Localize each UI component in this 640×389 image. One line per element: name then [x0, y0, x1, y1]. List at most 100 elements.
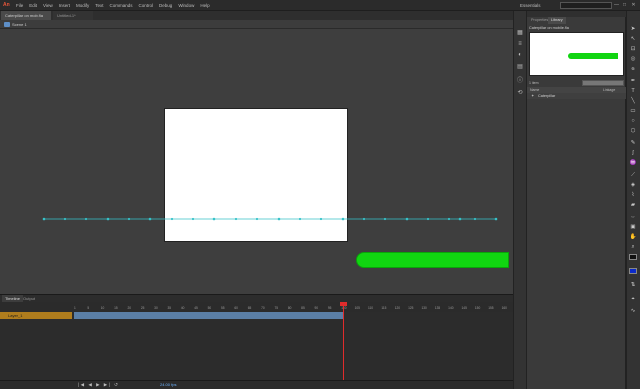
ruler-tick-label: 125 [408, 306, 414, 310]
menu-debug[interactable]: Debug [159, 3, 172, 8]
ruler-tick-label: 140 [448, 306, 454, 310]
ruler-tick-label: 5 [87, 306, 90, 310]
movieclip-icon: ✦ [531, 93, 535, 98]
swap-colors-icon[interactable]: ⇅ [629, 282, 637, 288]
ruler-tick-label: 35 [167, 306, 172, 310]
ruler-tick-label: 115 [381, 306, 387, 310]
timeline-footer [0, 380, 513, 389]
pen-tool-icon[interactable]: ✒ [629, 78, 637, 84]
ruler-tick-label: 65 [247, 306, 252, 310]
doc-tab-caterpillar[interactable]: Caterpillar on mob.fla [1, 11, 51, 20]
library-document-select[interactable]: Caterpillar on mobile.fla [529, 25, 624, 31]
scene-icon [4, 22, 10, 27]
ruler-tick-label: 70 [261, 306, 265, 310]
text-tool-icon[interactable]: T [629, 88, 637, 94]
transform-tool-icon[interactable]: ⊡ [629, 46, 637, 52]
ruler-tick-label: 105 [354, 306, 360, 310]
ruler-tick-label: 90 [314, 306, 319, 310]
width-tool-icon[interactable]: ⇔ [629, 214, 637, 220]
help-search-input[interactable] [560, 2, 612, 9]
caterpillar-preview [568, 53, 618, 59]
eraser-tool-icon[interactable]: ▰ [629, 202, 637, 208]
line-tool-icon[interactable]: ╲ [629, 98, 637, 104]
ruler-tick-label: 75 [274, 306, 278, 310]
ruler-tick-label: 40 [180, 306, 185, 310]
layer-name[interactable]: Layer_1 [8, 312, 22, 319]
minimize-button[interactable]: — [613, 2, 620, 9]
ruler-tick-label: 150 [474, 306, 481, 310]
polystar-tool-icon[interactable]: ⬡ [629, 128, 637, 134]
library-item-count: 1 item [529, 81, 539, 85]
library-search-input[interactable] [582, 80, 624, 86]
zoom-tool-icon[interactable]: ⌕ [629, 244, 637, 250]
paint-brush-tool-icon[interactable]: ♒ [629, 160, 637, 166]
ruler-tick-label: 15 [114, 306, 118, 310]
menu-edit[interactable]: Edit [29, 3, 37, 8]
ruler-tick-label: 135 [434, 306, 441, 310]
selection-tool-icon[interactable]: ➤ [629, 26, 637, 32]
swatches-icon[interactable]: ▤ [516, 64, 524, 70]
rectangle-tool-icon[interactable]: ▭ [629, 108, 637, 114]
scene-label[interactable]: Scene 1 [12, 21, 27, 28]
fps-field[interactable]: 24.00 fps [160, 381, 176, 388]
ruler-tick-label: 30 [154, 306, 158, 310]
brush-tool-icon[interactable]: ∫ [629, 150, 637, 156]
menu-help[interactable]: Help [200, 3, 209, 8]
menu-file[interactable]: File [16, 3, 23, 8]
oval-tool-icon[interactable]: ○ [629, 118, 637, 124]
tab-library[interactable]: Library [548, 17, 566, 24]
snap-icon[interactable]: ⌖ [629, 296, 637, 302]
doc-tab-untitled[interactable]: Untitled-1* [53, 11, 93, 20]
3d-rotation-tool-icon[interactable]: ◎ [629, 56, 637, 62]
library-item-label[interactable]: Caterpillar [538, 93, 555, 99]
ruler-tick-label: 130 [421, 306, 427, 310]
edit-bar [0, 20, 513, 29]
menu-commands[interactable]: Commands [110, 3, 133, 8]
lasso-tool-icon[interactable]: ϭ [629, 66, 637, 72]
eyedropper-tool-icon[interactable]: ⌇ [629, 192, 637, 198]
tween-span[interactable] [74, 312, 344, 319]
ruler-tick-label: 60 [234, 306, 238, 310]
layer-header [0, 302, 72, 312]
ruler-tick-label: 50 [207, 306, 212, 310]
ruler-tick-label: 120 [394, 306, 401, 310]
bone-tool-icon[interactable]: ⟋ [629, 172, 637, 178]
ruler-tick-label: 145 [461, 306, 467, 310]
app-logo: An [3, 2, 10, 8]
menu-text[interactable]: Text [95, 3, 103, 8]
playhead[interactable] [343, 303, 344, 381]
ruler-tick-label: 25 [140, 306, 145, 310]
ruler-tick-label: 160 [501, 306, 507, 310]
fill-color-swatch[interactable] [629, 268, 637, 274]
subselection-tool-icon[interactable]: ↖ [629, 36, 637, 42]
color-icon[interactable]: ◐ [516, 52, 524, 58]
transform-icon[interactable]: ⟲ [516, 90, 524, 96]
pencil-tool-icon[interactable]: ✎ [629, 140, 637, 146]
ruler-tick-label: 85 [301, 306, 305, 310]
ruler-tick-label: 80 [287, 306, 292, 310]
ruler-tick-label: 95 [327, 306, 332, 310]
caterpillar-symbol[interactable] [356, 252, 509, 268]
align-icon[interactable]: ≡ [516, 41, 524, 47]
menu-insert[interactable]: Insert [59, 3, 70, 8]
smooth-icon[interactable]: ∿ [629, 308, 637, 314]
ruler-tick-label: 1 [74, 306, 76, 310]
menu-list: File Edit View Insert Modify Text Comman… [16, 0, 216, 11]
menu-control[interactable]: Control [139, 3, 154, 8]
workspace-switcher[interactable]: Essentials [520, 2, 554, 9]
maximize-button[interactable]: □ [621, 2, 628, 9]
camera-tool-icon[interactable]: ▣ [629, 224, 637, 230]
hand-tool-icon[interactable]: ✋ [629, 234, 637, 240]
close-button[interactable]: ✕ [630, 2, 637, 9]
menu-modify[interactable]: Modify [76, 3, 89, 8]
ruler-tick-label: 155 [488, 306, 494, 310]
tab-output[interactable]: Output [20, 295, 38, 302]
info-icon[interactable]: ⓘ [516, 78, 524, 84]
menu-window[interactable]: Window [178, 3, 194, 8]
stroke-color-swatch[interactable] [629, 254, 637, 260]
playback-controls[interactable]: |◀ ◀ ▶ ▶| ↺ [78, 381, 119, 388]
properties-icon[interactable]: ▦ [516, 30, 524, 36]
paint-bucket-tool-icon[interactable]: ◈ [629, 182, 637, 188]
ruler-tick-label: 55 [221, 306, 225, 310]
menu-view[interactable]: View [43, 3, 53, 8]
